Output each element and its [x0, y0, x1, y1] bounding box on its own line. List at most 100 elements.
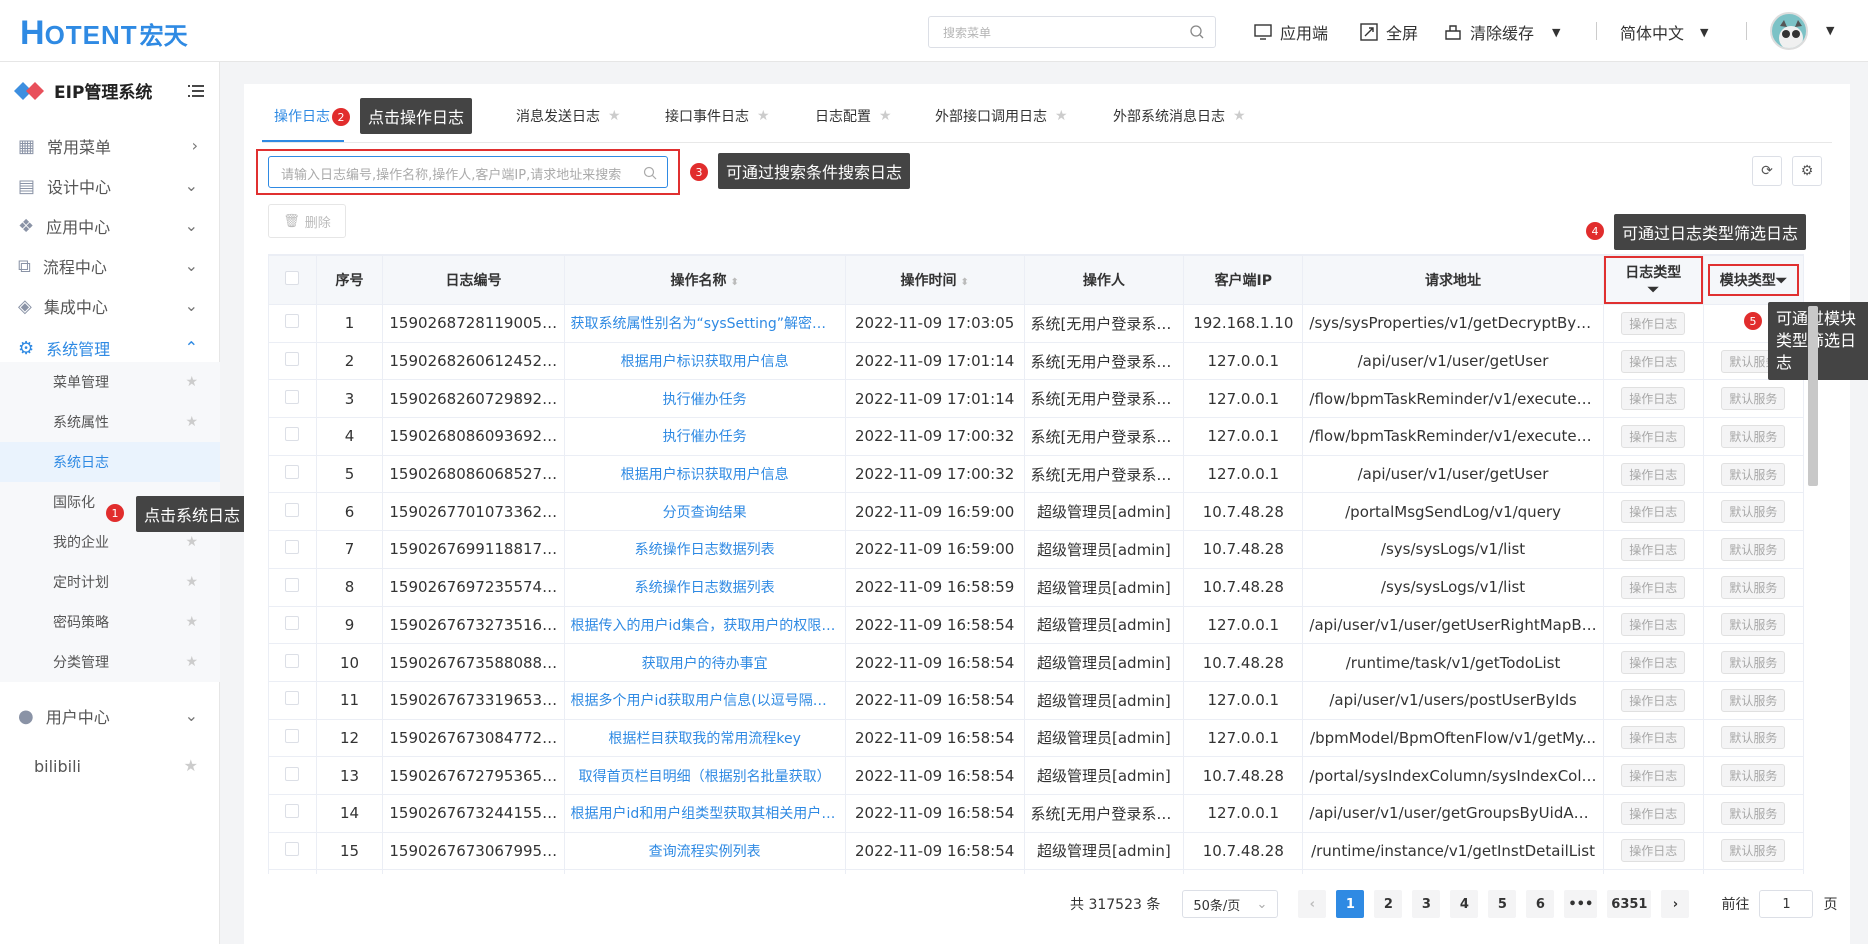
cell-op-name[interactable]: 查询流程实例列表: [563, 831, 846, 871]
cell-op-name[interactable]: 根据多个用户id获取用户信息(以逗号隔开)...: [563, 680, 846, 720]
app-end-button[interactable]: 应用端: [1254, 20, 1328, 44]
goto-page-input[interactable]: 1: [1759, 890, 1814, 918]
row-checkbox[interactable]: [268, 793, 317, 833]
row-checkbox[interactable]: [268, 831, 317, 871]
table-row[interactable]: 12 1590267673084772352 根据栏目获取我的常用流程key 2022…: [268, 718, 1804, 758]
collapse-menu-icon[interactable]: [188, 84, 204, 98]
table-row[interactable]: 4 1590268086093692928 执行催办任务 2022-11-09 17:…: [268, 417, 1804, 456]
page-size-select[interactable]: 50条/页 ⌄: [1182, 890, 1279, 918]
sidebar-item-menu-management[interactable]: 菜单管理 ★: [0, 362, 220, 402]
sidebar-item-scheduler[interactable]: 定时计划 ★: [0, 562, 220, 602]
col-module-type[interactable]: 模块类型⏷: [1702, 255, 1804, 305]
table-row[interactable]: 8 1590267697235574784 系统操作日志数据列表 2022-11-09…: [268, 567, 1804, 607]
page-3[interactable]: 3: [1412, 890, 1441, 918]
menu-bilibili[interactable]: bilibili ★: [0, 742, 220, 790]
table-row[interactable]: 10 1590267673588088832 获取用户的待办事宜 2022-11-09…: [268, 643, 1804, 682]
row-checkbox[interactable]: [268, 605, 317, 645]
sidebar-item-password-policy[interactable]: 密码策略 ★: [0, 602, 220, 642]
row-checkbox[interactable]: [268, 869, 317, 874]
table-row[interactable]: 15 1590267673067995136 查询流程实例列表 2022-11-09 …: [268, 831, 1804, 871]
clear-cache-button[interactable]: 清除缓存 ▼: [1444, 20, 1560, 44]
table-row[interactable]: 161590267672525318528根据用户账号获取所属岗位2022-11…: [268, 869, 1804, 874]
delete-button[interactable]: 🗑 删除: [268, 204, 346, 238]
cell-op-name[interactable]: 系统操作日志数据列表: [563, 567, 846, 607]
cell-op-name[interactable]: 根据用户账号获取所属岗位: [563, 869, 846, 874]
table-row[interactable]: 13 1590267672795365376 取得首页栏目明细（根据别名批量获取） 2…: [268, 756, 1804, 795]
row-checkbox[interactable]: [268, 530, 317, 569]
row-checkbox[interactable]: [268, 643, 317, 682]
prev-page-button[interactable]: ‹: [1298, 890, 1327, 918]
next-page-button[interactable]: ›: [1661, 890, 1690, 918]
row-checkbox[interactable]: [268, 304, 317, 343]
star-icon[interactable]: ★: [184, 756, 198, 775]
sidebar-item-system-log[interactable]: 系统日志: [0, 442, 220, 482]
row-checkbox[interactable]: [268, 454, 317, 494]
fullscreen-button[interactable]: 全屏: [1360, 20, 1418, 44]
row-checkbox[interactable]: [268, 492, 317, 532]
sort-icon[interactable]: ⬍: [730, 277, 738, 288]
col-op-time[interactable]: 操作时间 ⬍: [844, 255, 1025, 305]
menu-user-center[interactable]: ● 用户中心 ⌄: [0, 692, 220, 740]
star-icon[interactable]: ★: [185, 654, 198, 670]
row-checkbox[interactable]: [268, 567, 317, 607]
star-icon[interactable]: ★: [185, 414, 198, 430]
table-row[interactable]: 6 1590267701073362944 分页查询结果 2022-11-09 16:…: [268, 492, 1804, 532]
sidebar-item-category[interactable]: 分类管理 ★: [0, 642, 220, 682]
cell-op-name[interactable]: 根据用户标识获取用户信息: [563, 454, 846, 494]
tab-external-api-log[interactable]: 外部接口调用日志 ★: [935, 106, 1068, 126]
page-1[interactable]: 1: [1336, 890, 1365, 918]
filter-icon[interactable]: ⏷: [1648, 282, 1659, 298]
tab-interface-event-log[interactable]: 接口事件日志 ★: [665, 106, 770, 126]
cell-op-name[interactable]: 根据栏目获取我的常用流程key: [563, 718, 846, 758]
page-6[interactable]: 6: [1526, 890, 1555, 918]
star-icon[interactable]: ★: [1233, 108, 1246, 124]
table-row[interactable]: 3 1590268260729892864 执行催办任务 2022-11-09 17:…: [268, 379, 1804, 419]
cell-op-name[interactable]: 分页查询结果: [563, 492, 846, 532]
table-row[interactable]: 1 1590268728119005184 获取系统属性别名为“sysSetting…: [268, 304, 1804, 343]
row-checkbox[interactable]: [268, 417, 317, 456]
tab-operation-log[interactable]: 操作日志: [274, 106, 330, 126]
table-row[interactable]: 2 1590268260612452352 根据用户标识获取用户信息 2022-11-…: [268, 341, 1804, 381]
col-op-name[interactable]: 操作名称 ⬍: [563, 255, 846, 305]
language-select[interactable]: 简体中文 ▼: [1620, 20, 1708, 44]
cell-op-name[interactable]: 获取用户的待办事宜: [563, 643, 846, 682]
select-all-checkbox[interactable]: [268, 255, 317, 305]
star-icon[interactable]: ★: [757, 108, 770, 124]
log-search-input[interactable]: 请输入日志编号,操作名称,操作人,客户端IP,请求地址来搜索: [268, 156, 668, 188]
cell-op-name[interactable]: 执行催办任务: [563, 417, 846, 456]
table-row[interactable]: 14 1590267673244155904 根据用户id和用户组类型获取其相关用户…: [268, 793, 1804, 833]
star-icon[interactable]: ★: [185, 374, 198, 390]
page-5[interactable]: 5: [1488, 890, 1517, 918]
tab-log-config[interactable]: 日志配置 ★: [815, 106, 892, 126]
star-icon[interactable]: ★: [879, 108, 892, 124]
page-last[interactable]: 6351: [1607, 890, 1652, 918]
cell-op-name[interactable]: 根据传入的用户id集合，获取用户的权限集合: [563, 605, 846, 645]
cell-op-name[interactable]: 根据用户标识获取用户信息: [563, 341, 846, 381]
star-icon[interactable]: ★: [608, 108, 621, 124]
cell-op-name[interactable]: 根据用户id和用户组类型获取其相关用户组...: [563, 793, 846, 833]
refresh-button[interactable]: ⟳: [1752, 156, 1782, 186]
table-row[interactable]: 9 1590267673273516032 根据传入的用户id集合，获取用户的权限集…: [268, 605, 1804, 645]
cell-op-name[interactable]: 取得首页栏目明细（根据别名批量获取）: [563, 756, 846, 795]
cell-op-name[interactable]: 系统操作日志数据列表: [563, 530, 846, 569]
tab-message-log[interactable]: 消息发送日志 ★: [516, 106, 621, 126]
star-icon[interactable]: ★: [185, 534, 198, 550]
row-checkbox[interactable]: [268, 756, 317, 795]
tab-external-msg-log[interactable]: 外部系统消息日志 ★: [1113, 106, 1246, 126]
settings-button[interactable]: ⚙: [1792, 156, 1822, 186]
page-4[interactable]: 4: [1450, 890, 1479, 918]
star-icon[interactable]: ★: [185, 574, 198, 590]
user-avatar[interactable]: [1770, 12, 1808, 50]
star-icon[interactable]: ★: [185, 614, 198, 630]
table-row[interactable]: 7 1590267699118817280 系统操作日志数据列表 2022-11-09…: [268, 530, 1804, 569]
cell-op-name[interactable]: 执行催办任务: [563, 379, 846, 419]
filter-icon[interactable]: ⏷: [1776, 273, 1787, 289]
row-checkbox[interactable]: [268, 680, 317, 720]
star-icon[interactable]: ★: [1055, 108, 1068, 124]
table-row[interactable]: 11 1590267673319653376 根据多个用户id获取用户信息(以逗号隔…: [268, 680, 1804, 720]
row-checkbox[interactable]: [268, 718, 317, 758]
cell-op-name[interactable]: 获取系统属性别名为“sysSetting”解密后的: [563, 304, 846, 343]
menu-integration-center[interactable]: ◈ 集成中心 ⌄: [0, 282, 220, 330]
sort-icon[interactable]: ⬍: [960, 277, 968, 288]
sidebar-item-system-properties[interactable]: 系统属性 ★: [0, 402, 220, 442]
